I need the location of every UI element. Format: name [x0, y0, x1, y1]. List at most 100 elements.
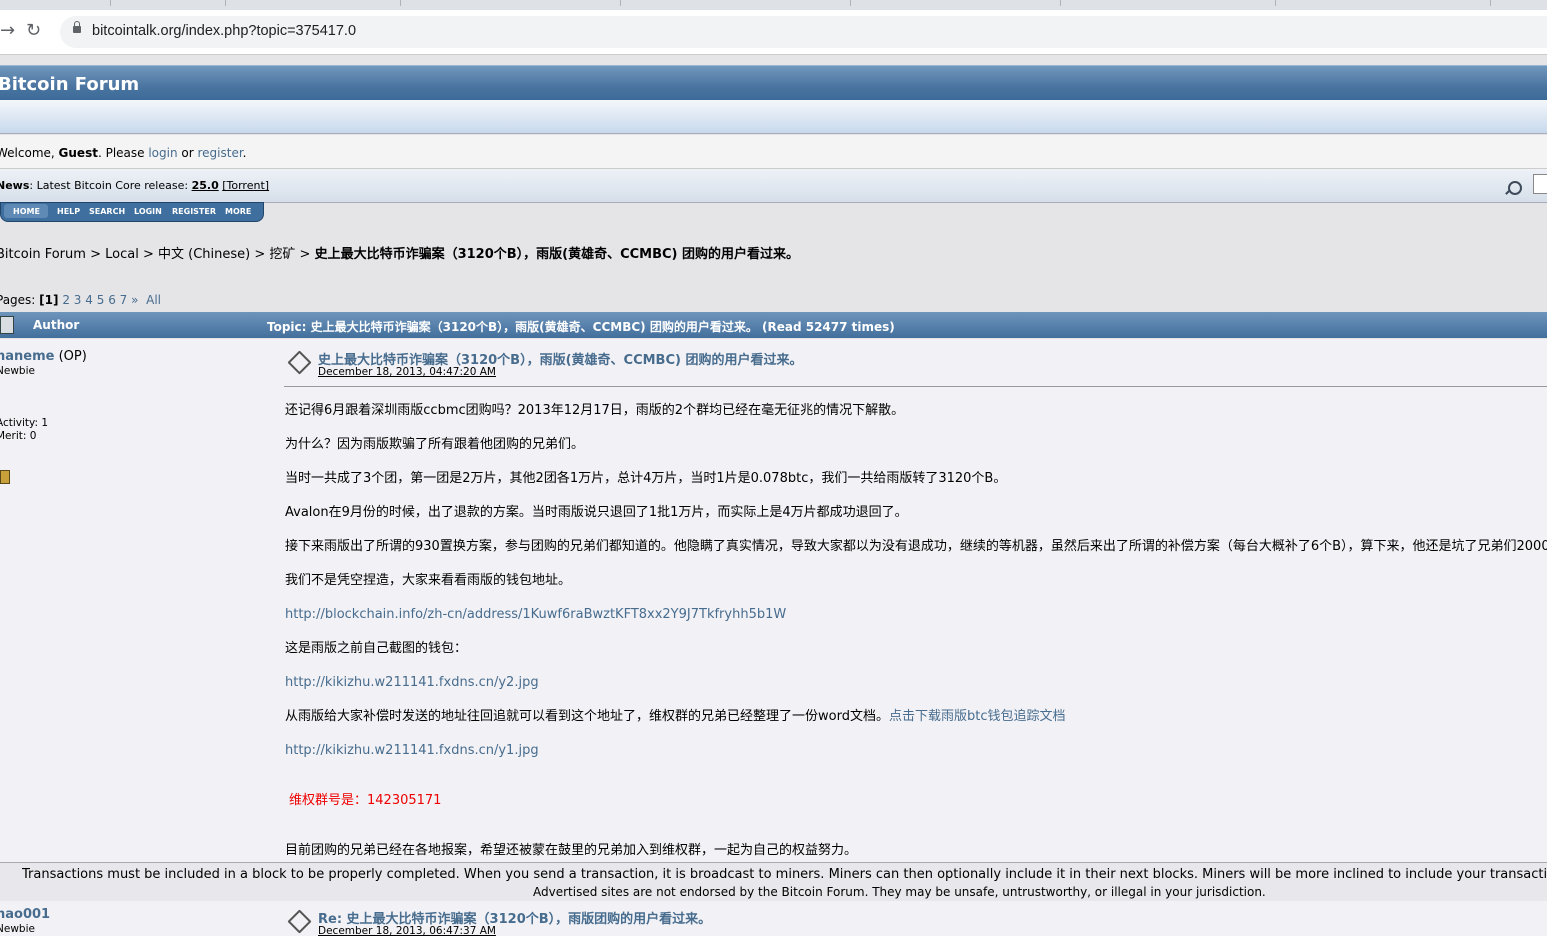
page-link-4[interactable]: 4: [85, 293, 93, 307]
post-line: 为什么？因为雨版欺骗了所有跟着他团购的兄弟们。: [285, 437, 585, 452]
post-date: December 18, 2013, 04:47:20 AM: [318, 366, 496, 378]
poster-rank: Newbie: [0, 923, 35, 935]
post-1: haneme (OP) Newbie Activity: 1 Merit: 0 …: [0, 339, 1547, 862]
tab-divider: [400, 0, 401, 6]
search-input[interactable]: [1533, 174, 1547, 194]
login-link[interactable]: login: [148, 146, 177, 160]
tab-divider: [850, 0, 851, 6]
poster-stats: Activity: 1 Merit: 0: [0, 417, 48, 443]
release-link[interactable]: 25.0: [192, 179, 219, 192]
welcome-text: Welcome, Guest. Please login or register…: [0, 146, 247, 160]
menu-help[interactable]: HELP: [57, 207, 80, 216]
page-current: [1]: [39, 293, 59, 307]
group-number: 维权群号是：142305171: [289, 793, 442, 808]
blockchain-link[interactable]: http://blockchain.info/zh-cn/address/1Ku…: [285, 607, 786, 622]
author-icon: [0, 316, 14, 334]
ad-text[interactable]: Transactions must be included in a block…: [22, 867, 1547, 882]
post-line: Avalon在9月份的时候，出了退款的方案。当时雨版说只退回了1批1万片，而实际…: [285, 505, 908, 520]
tab-divider: [1275, 0, 1276, 6]
tab-divider: [620, 0, 621, 6]
url-text[interactable]: bitcointalk.org/index.php?topic=375417.0: [92, 23, 356, 39]
page-link-2[interactable]: 2: [62, 293, 70, 307]
profile-badge-icon[interactable]: [0, 470, 10, 484]
author-column-header: Author: [33, 318, 80, 332]
page-link-6[interactable]: 6: [108, 293, 116, 307]
poster-rank: Newbie: [0, 365, 35, 377]
post-line: 这是雨版之前自己截图的钱包：: [285, 641, 468, 656]
topic-header-bar: Author Topic: 史上最大比特币诈骗案（3120个B），雨版(黄雄奇、…: [0, 312, 1547, 338]
menu-register[interactable]: REGISTER: [172, 207, 216, 216]
page-all[interactable]: All: [146, 293, 161, 307]
page-link-7[interactable]: 7: [120, 293, 128, 307]
welcome-mid: . Please: [97, 146, 149, 160]
lock-icon[interactable]: [73, 21, 81, 33]
image-link-y1[interactable]: http://kikizhu.w211141.fxdns.cn/y1.jpg: [285, 743, 539, 758]
tab-divider: [225, 0, 226, 6]
tab-divider: [1490, 0, 1491, 6]
forum-page: Bitcoin Forum Welcome, Guest. Please log…: [0, 55, 1547, 936]
tab-divider: [1060, 0, 1061, 6]
page-link-5[interactable]: 5: [97, 293, 105, 307]
header-band: [0, 100, 1547, 134]
breadcrumb-sep: >: [138, 247, 158, 262]
post-2: hao001 Newbie Re: 史上最大比特币诈骗案（3120个B），雨版团…: [0, 901, 1547, 936]
register-link[interactable]: register: [197, 146, 242, 160]
forum-header: Bitcoin Forum: [0, 65, 1547, 101]
page-next[interactable]: »: [131, 293, 138, 307]
image-link-y2[interactable]: http://kikizhu.w211141.fxdns.cn/y2.jpg: [285, 675, 539, 690]
poster-name: haneme (OP): [0, 349, 87, 364]
post-date: December 18, 2013, 06:47:37 AM: [318, 925, 496, 936]
poster-activity: Activity: 1: [0, 417, 49, 429]
breadcrumb-sep: >: [250, 247, 270, 262]
post-line: 还记得6月跟着深圳雨版ccbmc团购吗？2013年12月17日，雨版的2个群均已…: [285, 403, 905, 418]
search-icon[interactable]: [1508, 181, 1522, 195]
pages-label: Pages:: [0, 293, 40, 307]
breadcrumb-local[interactable]: Local: [105, 247, 139, 262]
menu-search[interactable]: SEARCH: [89, 207, 125, 216]
post-divider: [284, 386, 1547, 387]
tab-divider: [110, 0, 111, 6]
news-body: : Latest Bitcoin Core release:: [29, 179, 192, 192]
browser-toolbar: → ↻ bitcointalk.org/index.php?topic=3754…: [0, 10, 1547, 54]
welcome-bar: Welcome, Guest. Please login or register…: [0, 135, 1547, 169]
advertisement-bar: Transactions must be included in a block…: [0, 862, 1547, 902]
breadcrumb-forum[interactable]: Bitcoin Forum: [0, 247, 86, 262]
address-bar[interactable]: bitcointalk.org/index.php?topic=375417.0: [60, 16, 1547, 48]
pagination: Pages: [1] 2 3 4 5 6 7 » All: [0, 293, 161, 307]
download-doc-link[interactable]: 点击下载雨版btc钱包追踪文档: [889, 709, 1066, 724]
welcome-end: .: [242, 146, 247, 160]
breadcrumb-current[interactable]: 史上最大比特币诈骗案（3120个B），雨版(黄雄奇、CCMBC) 团购的用户看过…: [315, 247, 799, 262]
poster-name: hao001: [0, 907, 50, 922]
post-icon: [287, 909, 312, 934]
post-body: 还记得6月跟着深圳雨版ccbmc团购吗？2013年12月17日，雨版的2个群均已…: [285, 394, 1547, 868]
breadcrumb-sep: >: [85, 247, 106, 262]
post-line: 从雨版给大家补偿时发送的地址往回追就可以看到这个地址了，维权群的兄弟已经整理了一…: [285, 709, 889, 724]
breadcrumb-sep: >: [295, 247, 315, 262]
op-label: (OP): [54, 349, 87, 364]
menu-home[interactable]: HOME: [13, 207, 40, 216]
poster-link[interactable]: hao001: [0, 907, 50, 922]
welcome-or: or: [177, 146, 198, 160]
post-line: 我们不是凭空捏造，大家来看看雨版的钱包地址。: [285, 573, 572, 588]
menu-login[interactable]: LOGIN: [134, 207, 162, 216]
breadcrumb: Bitcoin Forum > Local > 中文 (Chinese) > 挖…: [0, 243, 799, 262]
breadcrumb-chinese[interactable]: 中文 (Chinese): [158, 247, 250, 262]
guest-label: Guest: [58, 146, 98, 160]
post-line: 接下来雨版出了所谓的930置换方案，参与团购的兄弟们都知道的。他隐瞒了真实情况，…: [285, 539, 1547, 554]
forum-title[interactable]: Bitcoin Forum: [0, 74, 139, 95]
topic-header: Topic: 史上最大比特币诈骗案（3120个B），雨版(黄雄奇、CCMBC) …: [267, 320, 895, 334]
poster-link[interactable]: haneme: [0, 349, 54, 364]
browser-tab-strip: [0, 0, 1547, 10]
post-line: 当时一共成了3个团，第一团是2万片，其他2团各1万片，总计4万片，当时1片是0.…: [285, 471, 1007, 486]
torrent-link[interactable]: [Torrent]: [222, 179, 269, 192]
news-bar: News: Latest Bitcoin Core release: 25.0 …: [0, 169, 1547, 203]
news-label: News: [0, 179, 30, 192]
forward-icon[interactable]: →: [0, 22, 15, 40]
menu-more[interactable]: MORE: [225, 207, 251, 216]
reload-icon[interactable]: ↻: [26, 22, 41, 40]
main-menu: HOME HELP SEARCH LOGIN REGISTER MORE: [0, 202, 264, 222]
welcome-prefix: Welcome,: [0, 146, 59, 160]
breadcrumb-mining[interactable]: 挖矿: [269, 247, 295, 262]
page-link-3[interactable]: 3: [74, 293, 82, 307]
ad-disclaimer: Advertised sites are not endorsed by the…: [533, 885, 1266, 899]
